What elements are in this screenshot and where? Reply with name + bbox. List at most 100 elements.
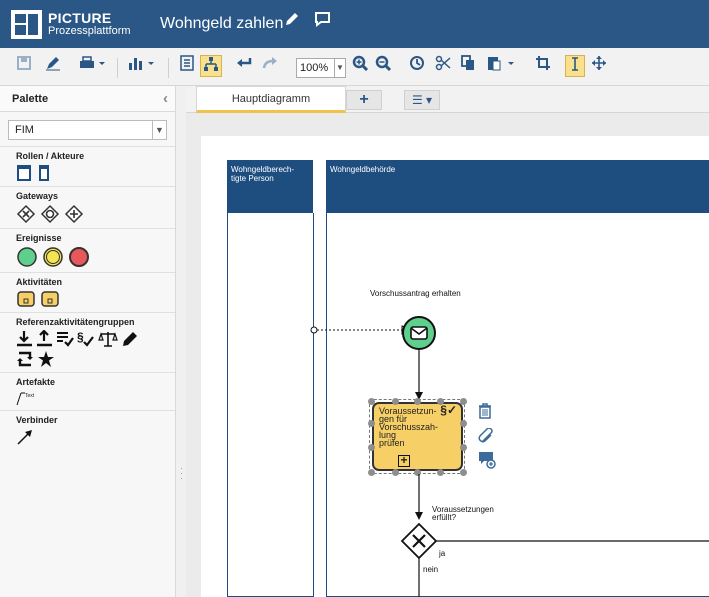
section-title: Verbinder — [16, 415, 58, 425]
undo-icon[interactable] — [234, 55, 254, 77]
paragraph-check-icon[interactable]: § — [77, 330, 95, 348]
splitter-handle[interactable]: · · · — [176, 86, 186, 597]
inclusive-gateway-icon[interactable] — [40, 204, 60, 224]
pencil-icon[interactable] — [284, 11, 300, 32]
add-tab-button[interactable]: + — [346, 90, 382, 110]
scales-icon[interactable] — [98, 330, 118, 348]
text-annotation-icon[interactable]: Text — [16, 390, 40, 406]
resize-handle[interactable] — [368, 444, 375, 451]
crop-icon[interactable] — [533, 55, 553, 77]
history-icon[interactable] — [407, 55, 427, 77]
exclusive-gateway-icon[interactable] — [16, 204, 36, 224]
palette-section-roles: Rollen / Akteure — [0, 146, 175, 186]
resize-handle[interactable] — [437, 398, 444, 405]
lane-header[interactable]: Wohngeldbehörde — [326, 160, 709, 213]
copy-icon[interactable] — [458, 55, 478, 77]
parallel-gateway-icon[interactable] — [64, 204, 84, 224]
exchange-icon[interactable] — [16, 350, 34, 368]
connector-arrow-icon[interactable] — [16, 428, 34, 446]
task-label: Voraussetzun- gen für Vorschusszah- lung… — [379, 406, 439, 448]
resize-handle[interactable] — [460, 420, 467, 427]
attach-icon[interactable] — [478, 427, 494, 447]
collapse-chevron-icon[interactable]: ‹ — [163, 86, 168, 112]
palette-section-reference-groups: Referenzaktivitätengruppen § — [0, 312, 175, 372]
move-icon[interactable] — [589, 55, 609, 77]
library-select[interactable]: FIM ▼ — [8, 120, 167, 140]
checklist-icon[interactable] — [56, 330, 74, 348]
lane-header[interactable]: Wohngeldberech- tigte Person — [227, 160, 313, 213]
zoom-select[interactable]: 100% ▼ — [296, 58, 346, 78]
end-event-icon[interactable] — [68, 246, 90, 268]
resize-handle[interactable] — [460, 469, 467, 476]
sequence-flow-yes[interactable] — [436, 538, 709, 544]
zoom-out-icon[interactable] — [373, 55, 393, 77]
task-voraussetzungen-pruefen[interactable]: Voraussetzun- gen für Vorschusszah- lung… — [372, 402, 463, 471]
star-icon[interactable] — [37, 350, 55, 368]
start-event-label: Vorschussantrag erhalten — [370, 289, 461, 298]
brand-subtitle: Prozessplattform — [48, 25, 131, 37]
section-title: Rollen / Akteure — [16, 151, 85, 161]
palette-section-artifacts: Artefakte Text — [0, 372, 175, 410]
start-event-icon[interactable] — [16, 246, 38, 268]
resize-handle[interactable] — [368, 469, 375, 476]
resize-handle[interactable] — [437, 469, 444, 476]
resize-handle[interactable] — [368, 398, 375, 405]
sign-icon[interactable] — [43, 55, 63, 77]
palette-panel: Palette ‹ FIM ▼ Rollen / Akteure Gateway… — [0, 86, 176, 597]
section-title: Aktivitäten — [16, 277, 63, 287]
start-event-message[interactable] — [400, 314, 438, 352]
paragraph-check-icon: §✓ — [440, 403, 457, 417]
resize-handle[interactable] — [460, 444, 467, 451]
svg-text:§: § — [77, 330, 84, 344]
app-header: PICTURE Prozessplattform Wohngeld zahlen — [0, 0, 709, 48]
zoom-in-icon[interactable] — [350, 55, 370, 77]
resize-handle[interactable] — [414, 398, 421, 405]
brand: PICTURE Prozessplattform — [48, 11, 131, 37]
sequence-flow-no[interactable] — [413, 558, 425, 597]
cut-icon[interactable] — [433, 55, 453, 77]
lane-icon[interactable] — [36, 164, 52, 182]
add-comment-icon[interactable] — [478, 451, 496, 472]
section-title: Referenzaktivitätengruppen — [16, 317, 135, 327]
flow-label-no: nein — [423, 565, 439, 574]
list-icon[interactable] — [177, 55, 197, 77]
speech-bubble-icon[interactable] — [314, 11, 331, 32]
palette-section-activities: Aktivitäten — [0, 272, 175, 312]
zoom-value: 100% — [300, 62, 329, 74]
expand-icon[interactable]: + — [398, 454, 410, 467]
pool-icon[interactable] — [16, 164, 32, 182]
tab-hauptdiagramm[interactable]: Hauptdiagramm — [196, 86, 346, 113]
pencil-icon[interactable] — [121, 330, 139, 348]
intermediate-event-icon[interactable] — [42, 246, 64, 268]
upload-icon[interactable] — [36, 330, 53, 348]
lane-body[interactable] — [227, 213, 314, 597]
save-icon[interactable] — [14, 55, 34, 77]
exclusive-gateway[interactable] — [400, 522, 438, 560]
section-title: Artefakte — [16, 377, 56, 387]
palette-section-events: Ereignisse — [0, 228, 175, 272]
document-title: Wohngeld zahlen — [160, 15, 284, 32]
resize-handle[interactable] — [392, 469, 399, 476]
palette-header: Palette ‹ — [0, 86, 175, 112]
diagram-tabs: Hauptdiagramm + ☰ ▾ — [186, 86, 709, 113]
chart-icon[interactable] — [124, 55, 160, 77]
text-cursor-icon[interactable] — [565, 55, 585, 77]
task-icon[interactable] — [16, 290, 36, 308]
trash-icon[interactable] — [478, 403, 492, 422]
picture-logo-icon — [11, 10, 42, 39]
toolbar: 100% ▼ — [0, 48, 709, 86]
sequence-flow[interactable] — [413, 474, 425, 524]
print-icon[interactable] — [76, 55, 110, 77]
library-value: FIM — [15, 124, 34, 136]
tab-menu-button[interactable]: ☰ ▾ — [404, 90, 440, 110]
resize-handle[interactable] — [392, 398, 399, 405]
redo-icon[interactable] — [260, 55, 280, 77]
resize-handle[interactable] — [368, 420, 375, 427]
paste-icon[interactable] — [483, 55, 519, 77]
download-icon[interactable] — [16, 330, 33, 348]
hierarchy-icon[interactable] — [200, 55, 222, 77]
section-title: Gateways — [16, 191, 59, 201]
resize-handle[interactable] — [460, 398, 467, 405]
sequence-flow[interactable] — [413, 350, 425, 400]
subprocess-icon[interactable] — [40, 290, 60, 308]
